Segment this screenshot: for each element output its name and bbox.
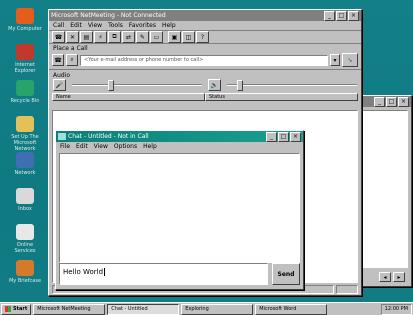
speed-dial-list-icon[interactable]: ⌕ <box>66 54 78 66</box>
chat-menu-item[interactable]: Help <box>143 143 157 150</box>
close-icon[interactable]: × <box>398 96 409 107</box>
start-button[interactable]: Start <box>1 303 32 315</box>
msn-icon <box>16 116 34 132</box>
desktop-icon-label: Inbox <box>18 206 32 212</box>
desktop-icon-label: My Computer <box>8 26 42 32</box>
chat-menu-item[interactable]: View <box>94 143 108 150</box>
directory-icon[interactable]: ▤ <box>80 31 93 43</box>
close-icon[interactable]: × <box>348 10 359 21</box>
hangup-icon[interactable]: ✕ <box>66 31 79 43</box>
column-header-name[interactable]: Name <box>52 93 205 101</box>
desktop-icon[interactable]: Recycle Bin <box>8 80 42 104</box>
properties-icon[interactable]: ◫ <box>182 31 195 43</box>
address-placeholder: <Your e-mail address or phone number to … <box>84 57 204 63</box>
maximize-icon[interactable]: □ <box>386 96 397 107</box>
desktop-icon-label: Network <box>14 170 36 176</box>
speed-dial-icon[interactable]: ⚡ <box>94 31 107 43</box>
microphone-volume-slider[interactable] <box>72 80 202 91</box>
chat-menu-item[interactable]: Options <box>114 143 137 150</box>
chat-history[interactable] <box>59 153 300 263</box>
desktop-icon-label: My Briefcase <box>8 278 42 284</box>
chat-message-input[interactable]: Hello World <box>59 263 268 285</box>
desktop-icon[interactable]: Internet Explorer <box>8 44 42 74</box>
briefcase-icon <box>16 260 34 276</box>
sharing-icon[interactable]: ⧉ <box>108 31 121 43</box>
internet-icon <box>16 44 34 60</box>
collaborate-icon[interactable]: ⇄ <box>122 31 135 43</box>
chat-icon[interactable]: ✎ <box>136 31 149 43</box>
scroll-right-icon[interactable]: ▸ <box>393 272 405 282</box>
help-icon[interactable]: ? <box>196 31 209 43</box>
desktop-icon[interactable]: Network <box>8 152 42 176</box>
scroll-left-icon[interactable]: ◂ <box>379 272 391 282</box>
desktop-icon-label: Internet Explorer <box>14 62 36 74</box>
maximize-icon[interactable]: □ <box>336 10 347 21</box>
windows-logo-icon <box>5 306 11 312</box>
chat-app-icon <box>58 133 66 140</box>
taskbar-button[interactable]: Microsoft Word <box>255 303 328 315</box>
status-panel <box>336 285 358 294</box>
chat-message-text: Hello World <box>63 268 104 276</box>
desktop-icon-label: Set Up The Microsoft Network <box>11 134 39 152</box>
taskbar-button[interactable]: Microsoft NetMeeting <box>33 303 106 315</box>
call-icon[interactable]: ☎ <box>52 31 65 43</box>
netmeeting-menu-item[interactable]: Tools <box>108 22 123 29</box>
speaker-slider-thumb[interactable] <box>237 80 244 91</box>
desktop-icon-label: Online Services <box>14 242 36 254</box>
netmeeting-toolbar: ☎ ✕ ▤ ⚡ ⧉ ⇄ ✎ ▭ ▣ ◫ ? <box>49 30 361 43</box>
desktop-icon[interactable]: Set Up The Microsoft Network <box>8 116 42 152</box>
netmeeting-menubar: Call Edit View Tools Favorites Help <box>49 21 361 30</box>
chat-menu-item[interactable]: Edit <box>76 143 88 150</box>
place-call-icon[interactable]: ☎ <box>52 54 64 66</box>
whiteboard-icon[interactable]: ▭ <box>150 31 163 43</box>
audio-label: Audio <box>49 69 361 79</box>
netmeeting-menu-item[interactable]: Favorites <box>129 22 156 29</box>
netmeeting-menu-item[interactable]: Call <box>53 22 64 29</box>
speaker-icon[interactable]: 🔈 <box>208 79 221 91</box>
taskbar-clock: 12:00 PM <box>380 303 412 315</box>
maximize-icon[interactable]: □ <box>278 131 289 142</box>
desktop-icon[interactable]: Inbox <box>8 188 42 212</box>
chat-menu-item[interactable]: File <box>60 143 70 150</box>
netmeeting-menu-item[interactable]: Edit <box>70 22 82 29</box>
column-header-status[interactable]: Status <box>205 93 358 101</box>
desktop-icon-label: Recycle Bin <box>10 98 40 104</box>
netmeeting-menu-item[interactable]: View <box>88 22 102 29</box>
netmeeting-title: Microsoft NetMeeting - Not Connected <box>51 12 166 19</box>
background-window-content <box>354 110 408 268</box>
chat-titlebar[interactable]: Chat - Untitled - Not in Call _ □ × <box>56 131 303 142</box>
send-file-icon[interactable]: ▣ <box>168 31 181 43</box>
microphone-icon[interactable]: 🎤 <box>53 79 66 91</box>
place-call-label: Place a Call <box>49 43 361 53</box>
inbox-icon <box>16 188 34 204</box>
close-icon[interactable]: × <box>290 131 301 142</box>
my-computer-icon <box>16 8 34 24</box>
network-icon <box>16 152 34 168</box>
chat-window: Chat - Untitled - Not in Call _ □ × File… <box>55 130 304 290</box>
desktop-icon[interactable]: My Briefcase <box>8 260 42 284</box>
minimize-icon[interactable]: _ <box>374 96 385 107</box>
minimize-icon[interactable]: _ <box>324 10 335 21</box>
taskbar-button[interactable]: Chat - Untitled <box>107 303 180 315</box>
netmeeting-menu-item[interactable]: Help <box>162 22 176 29</box>
start-label: Start <box>13 306 28 312</box>
microphone-slider-thumb[interactable] <box>108 80 115 91</box>
call-button[interactable]: ➘ <box>342 53 358 67</box>
chat-menubar: File Edit View Options Help <box>56 142 303 151</box>
address-dropdown-icon[interactable]: ▾ <box>330 54 340 66</box>
taskbar: Start Microsoft NetMeeting Chat - Untitle… <box>0 302 413 315</box>
speaker-volume-slider[interactable] <box>227 80 357 91</box>
minimize-icon[interactable]: _ <box>266 131 277 142</box>
send-button[interactable]: Send <box>272 263 300 285</box>
address-input[interactable]: <Your e-mail address or phone number to … <box>80 54 328 66</box>
online-services-icon <box>16 224 34 240</box>
recycle-bin-icon <box>16 80 34 96</box>
desktop-icon[interactable]: Online Services <box>8 224 42 254</box>
chat-title: Chat - Untitled - Not in Call <box>68 133 149 140</box>
netmeeting-titlebar[interactable]: Microsoft NetMeeting - Not Connected _ □… <box>49 10 361 21</box>
desktop-icon[interactable]: My Computer <box>8 8 42 32</box>
taskbar-button[interactable]: Exploring <box>181 303 254 315</box>
